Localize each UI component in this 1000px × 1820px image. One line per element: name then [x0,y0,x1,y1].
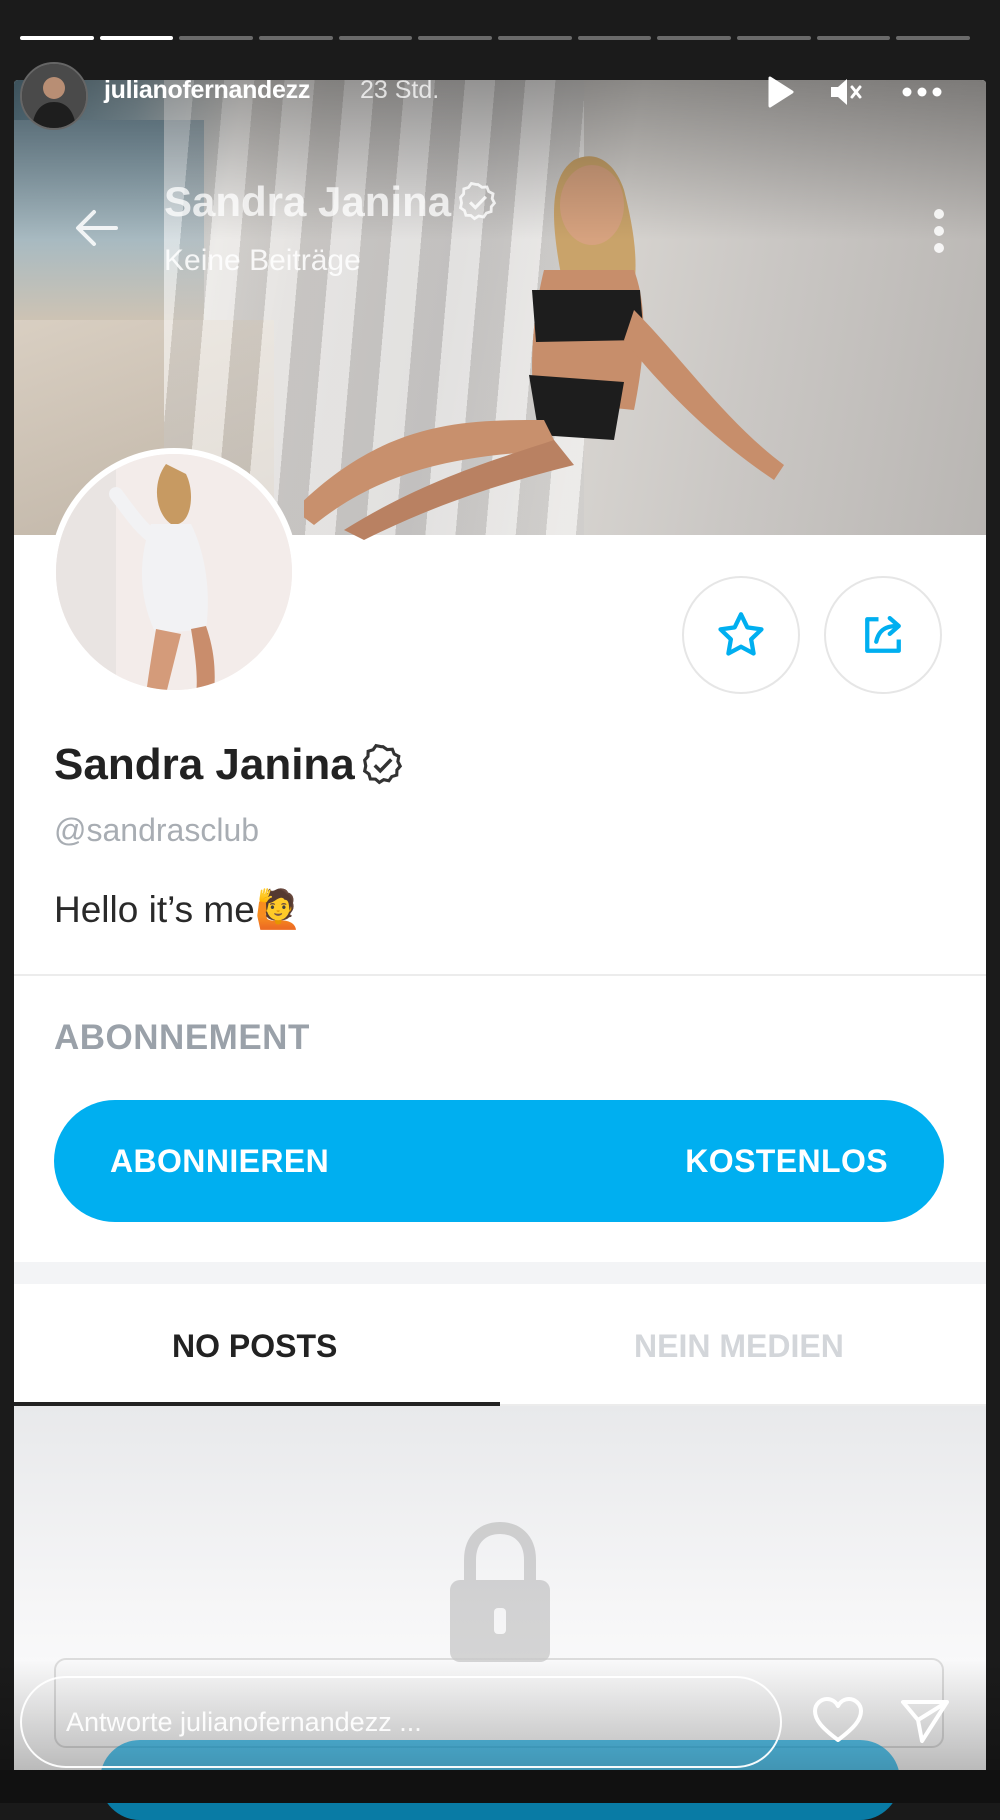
send-icon [901,1700,949,1743]
story-progress [20,36,971,40]
progress-segment [498,36,572,40]
verified-icon [362,743,402,785]
favorite-button[interactable] [682,576,800,694]
heart-icon [813,1697,863,1742]
share-button[interactable] [824,576,942,694]
reply-placeholder: Antworte julianofernandezz ... [66,1706,422,1737]
progress-segment [259,36,333,40]
profile-name: Sandra Janina [54,740,405,790]
section-gap [14,1262,986,1284]
bottom-edge [0,1770,1000,1803]
story-avatar-photo [22,64,86,128]
mute-icon [831,79,862,105]
progress-segment [179,36,254,40]
profile-handle: @sandrasclub [54,812,260,848]
progress-segment [577,36,652,40]
tab-posts[interactable]: NO POSTS [172,1328,337,1365]
progress-segment [418,36,493,40]
progress-segment [338,36,413,40]
topbar-title: Sandra Janina [164,178,499,226]
like-button[interactable] [812,1696,864,1749]
content-tabs: NO POSTS NEIN MEDIEN [14,1284,986,1406]
progress-segment [20,36,94,40]
profile-avatar-photo [56,454,292,690]
progress-segment [896,36,971,40]
back-button[interactable] [74,208,118,253]
send-button[interactable] [900,1698,950,1749]
subscribe-button-label: ABONNIEREN [110,1142,330,1179]
bio-emoji: 🙋 [254,889,303,931]
profile-bio: Hello it’s me 🙋 [54,889,303,931]
verified-icon [459,181,497,221]
progress-segment [816,36,891,40]
story-username[interactable]: julianofernandezz [104,76,310,105]
subscription-label: ABONNEMENT [54,1018,310,1057]
star-icon [718,612,764,656]
topbar-subtitle: Keine Beiträge [164,244,361,277]
back-arrow-icon [76,210,118,246]
more-button[interactable] [902,72,942,112]
story-avatar[interactable] [20,62,88,130]
section-divider [14,974,986,976]
profile-menu-button[interactable] [932,208,946,259]
subscribe-button[interactable]: ABONNIEREN KOSTENLOS [54,1100,944,1222]
profile-avatar[interactable] [50,448,298,696]
kebab-icon [934,209,944,253]
play-button[interactable] [760,72,800,112]
mute-button[interactable] [826,72,866,112]
lock-icon [440,1520,560,1675]
story-time: 23 Std. [360,76,440,104]
progress-segment [657,36,732,40]
more-icon [902,87,942,97]
story-viewer: Sandra Janina Keine Beiträge Sandra Jani… [0,0,1000,1820]
progress-segment [99,36,174,40]
reply-input[interactable]: Antworte julianofernandezz ... [20,1676,782,1768]
share-icon [865,615,901,653]
play-icon [768,76,794,108]
subscribe-price: KOSTENLOS [685,1142,888,1179]
tab-media[interactable]: NEIN MEDIEN [634,1328,844,1365]
progress-segment [737,36,811,40]
story-header: julianofernandezz 23 Std. [20,62,980,132]
